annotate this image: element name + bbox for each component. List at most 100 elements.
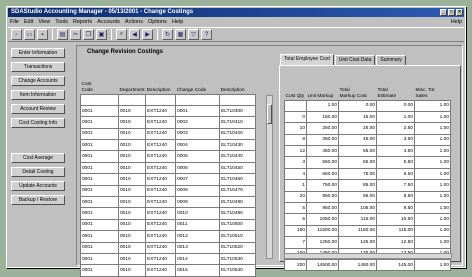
menu-item-file[interactable]: File — [10, 18, 19, 26]
table-row[interactable]: 0001 0010 EXT1240 0006 ELT10450 — [80, 161, 257, 175]
table-cell[interactable]: 0012 — [175, 230, 221, 243]
menu-item-view[interactable]: View — [38, 18, 50, 26]
table-row[interactable]: 1 750.00 85.00 7.50 1.00 — [284, 179, 451, 192]
table-row[interactable]: 0001 0010 EXT1240 0007 ELT10460 — [80, 173, 257, 186]
table-cell[interactable]: 0010 — [117, 150, 147, 163]
table-cell[interactable]: 0001 — [80, 150, 119, 163]
tab-0[interactable]: Total Employee Cost — [280, 54, 334, 65]
column-header[interactable]: Cost Qty — [285, 66, 307, 100]
table-cell[interactable]: 4.50 — [376, 145, 415, 158]
table-cell[interactable]: 0006 — [175, 161, 221, 175]
filter-button[interactable]: ▽ — [188, 29, 199, 40]
column-header[interactable]: Total Markup Cost — [339, 66, 377, 100]
table-cell[interactable]: 10 — [284, 122, 307, 135]
table-cell[interactable]: 12 — [284, 145, 307, 158]
table-cell[interactable]: 115.00 — [338, 213, 377, 226]
table-cell[interactable]: EXT1240 — [145, 116, 177, 129]
table-cell[interactable]: ELT10410 — [219, 116, 257, 129]
table-cell[interactable]: 105.00 — [338, 201, 377, 215]
nav-button[interactable]: Cost Average — [11, 153, 65, 163]
table-cell[interactable]: ELT10400 — [219, 104, 257, 118]
table-cell[interactable]: 0007 — [175, 173, 221, 186]
column-header[interactable]: Misc. Tot Sales — [415, 66, 451, 100]
table-cell[interactable]: 150 — [284, 224, 307, 238]
table-cell[interactable]: 1.00 — [414, 236, 451, 249]
back-button[interactable]: ◀ — [129, 29, 140, 40]
table-cell[interactable]: 0011 — [175, 218, 221, 232]
calc-button[interactable]: ▦ — [175, 29, 186, 40]
table-cell[interactable]: 1150.00 — [338, 224, 377, 238]
table-cell[interactable]: ELT10530 — [219, 252, 257, 266]
table-cell[interactable]: 0001 — [80, 264, 119, 277]
table-row[interactable]: 0001 0010 EXT1240 0008 ELT10470 — [80, 184, 257, 198]
table-cell[interactable]: 1.00 — [414, 110, 451, 124]
table-cell[interactable]: 0002 — [175, 116, 221, 129]
table-cell[interactable]: 1.00 — [414, 258, 451, 272]
table-cell[interactable]: ELT10470 — [219, 184, 257, 198]
table-cell[interactable]: 25.00 — [338, 122, 377, 135]
nav-button[interactable]: Cost Costing Info — [11, 118, 65, 128]
column-header[interactable]: Department — [119, 60, 146, 94]
table-cell[interactable]: 1.00 — [376, 110, 415, 124]
table-cell[interactable]: 15.00 — [338, 110, 377, 124]
table-cell[interactable]: 1.00 — [414, 99, 451, 112]
table-cell[interactable]: 350.00 — [306, 133, 339, 147]
menu-help-right[interactable]: Help — [451, 18, 462, 26]
table-cell[interactable]: 11500.00 — [306, 224, 339, 238]
table-cell[interactable]: 10.50 — [376, 213, 415, 226]
table-cell[interactable]: 1.00 — [306, 99, 339, 112]
table-cell[interactable]: 1.00 — [414, 133, 451, 147]
table-cell[interactable]: 8.50 — [376, 190, 415, 204]
table-cell[interactable]: 750.00 — [306, 179, 339, 192]
print-button[interactable]: ▤ — [57, 29, 68, 40]
paste-button[interactable]: ▣ — [96, 29, 107, 40]
nav-button[interactable]: Update Accounts — [11, 181, 65, 191]
table-cell[interactable]: 85.00 — [338, 179, 377, 192]
table-cell[interactable]: 0001 — [80, 218, 119, 232]
table-row[interactable]: 0001 0010 EXT1240 0002 ELT10410 — [80, 116, 257, 129]
table-cell[interactable]: 6.50 — [376, 167, 415, 181]
table-cell[interactable]: EXT1240 — [145, 195, 177, 209]
table-cell[interactable]: 7.50 — [376, 179, 415, 192]
table-cell[interactable]: 1.00 — [414, 190, 451, 204]
nav-button[interactable]: Account Review — [11, 104, 65, 114]
nav-button[interactable]: Item Information — [11, 90, 65, 100]
open-button[interactable]: ▭ — [24, 29, 35, 40]
table-cell[interactable]: 0010 — [117, 264, 147, 277]
forward-button[interactable]: ▶ — [142, 29, 153, 40]
menu-item-options[interactable]: Options — [148, 18, 167, 26]
minimize-button[interactable]: _ — [440, 9, 447, 16]
nav-button[interactable]: Change Accounts — [11, 76, 65, 86]
table-cell[interactable]: 0010 — [117, 218, 147, 232]
table-cell[interactable]: 0010 — [117, 127, 147, 141]
detail-horizontal-scrollbar[interactable] — [284, 253, 452, 259]
table-cell[interactable]: 3 — [284, 156, 307, 169]
table-cell[interactable]: 0010 — [117, 195, 147, 209]
table-cell[interactable] — [117, 93, 147, 106]
table-cell[interactable]: 850.00 — [306, 190, 339, 204]
table-cell[interactable] — [80, 93, 119, 106]
table-cell[interactable]: 145.00 — [376, 258, 415, 272]
table-cell[interactable]: 3.50 — [376, 133, 415, 147]
column-header[interactable]: Description — [146, 60, 176, 94]
table-cell[interactable]: 0010 — [117, 230, 147, 243]
table-row[interactable]: 3 550.00 65.00 5.50 1.00 — [284, 156, 451, 169]
menu-item-edit[interactable]: Edit — [24, 18, 33, 26]
table-cell[interactable]: 8 — [284, 133, 307, 147]
table-cell[interactable]: 45.00 — [338, 133, 377, 147]
table-cell[interactable]: EXT1240 — [145, 104, 177, 118]
menu-item-reports[interactable]: Reports — [73, 18, 92, 26]
table-cell[interactable]: 1.00 — [414, 145, 451, 158]
table-row[interactable]: 0001 0010 EXT1240 0012 ELT10510 — [80, 230, 257, 243]
table-cell[interactable]: 1.00 — [414, 156, 451, 169]
cut-button[interactable]: ✂ — [70, 29, 81, 40]
table-cell[interactable]: 12.50 — [376, 236, 415, 249]
table-cell[interactable]: 7 — [284, 236, 307, 249]
table-row[interactable]: 12 450.00 55.00 4.50 1.00 — [284, 145, 451, 158]
table-cell[interactable]: ELT10480 — [219, 195, 257, 209]
table-cell[interactable]: 0010 — [117, 104, 147, 118]
column-header[interactable]: Change Code — [176, 60, 220, 94]
table-cell[interactable]: EXT1240 — [145, 173, 177, 186]
table-cell[interactable]: 1 — [284, 179, 307, 192]
table-cell[interactable]: 1.00 — [414, 213, 451, 226]
